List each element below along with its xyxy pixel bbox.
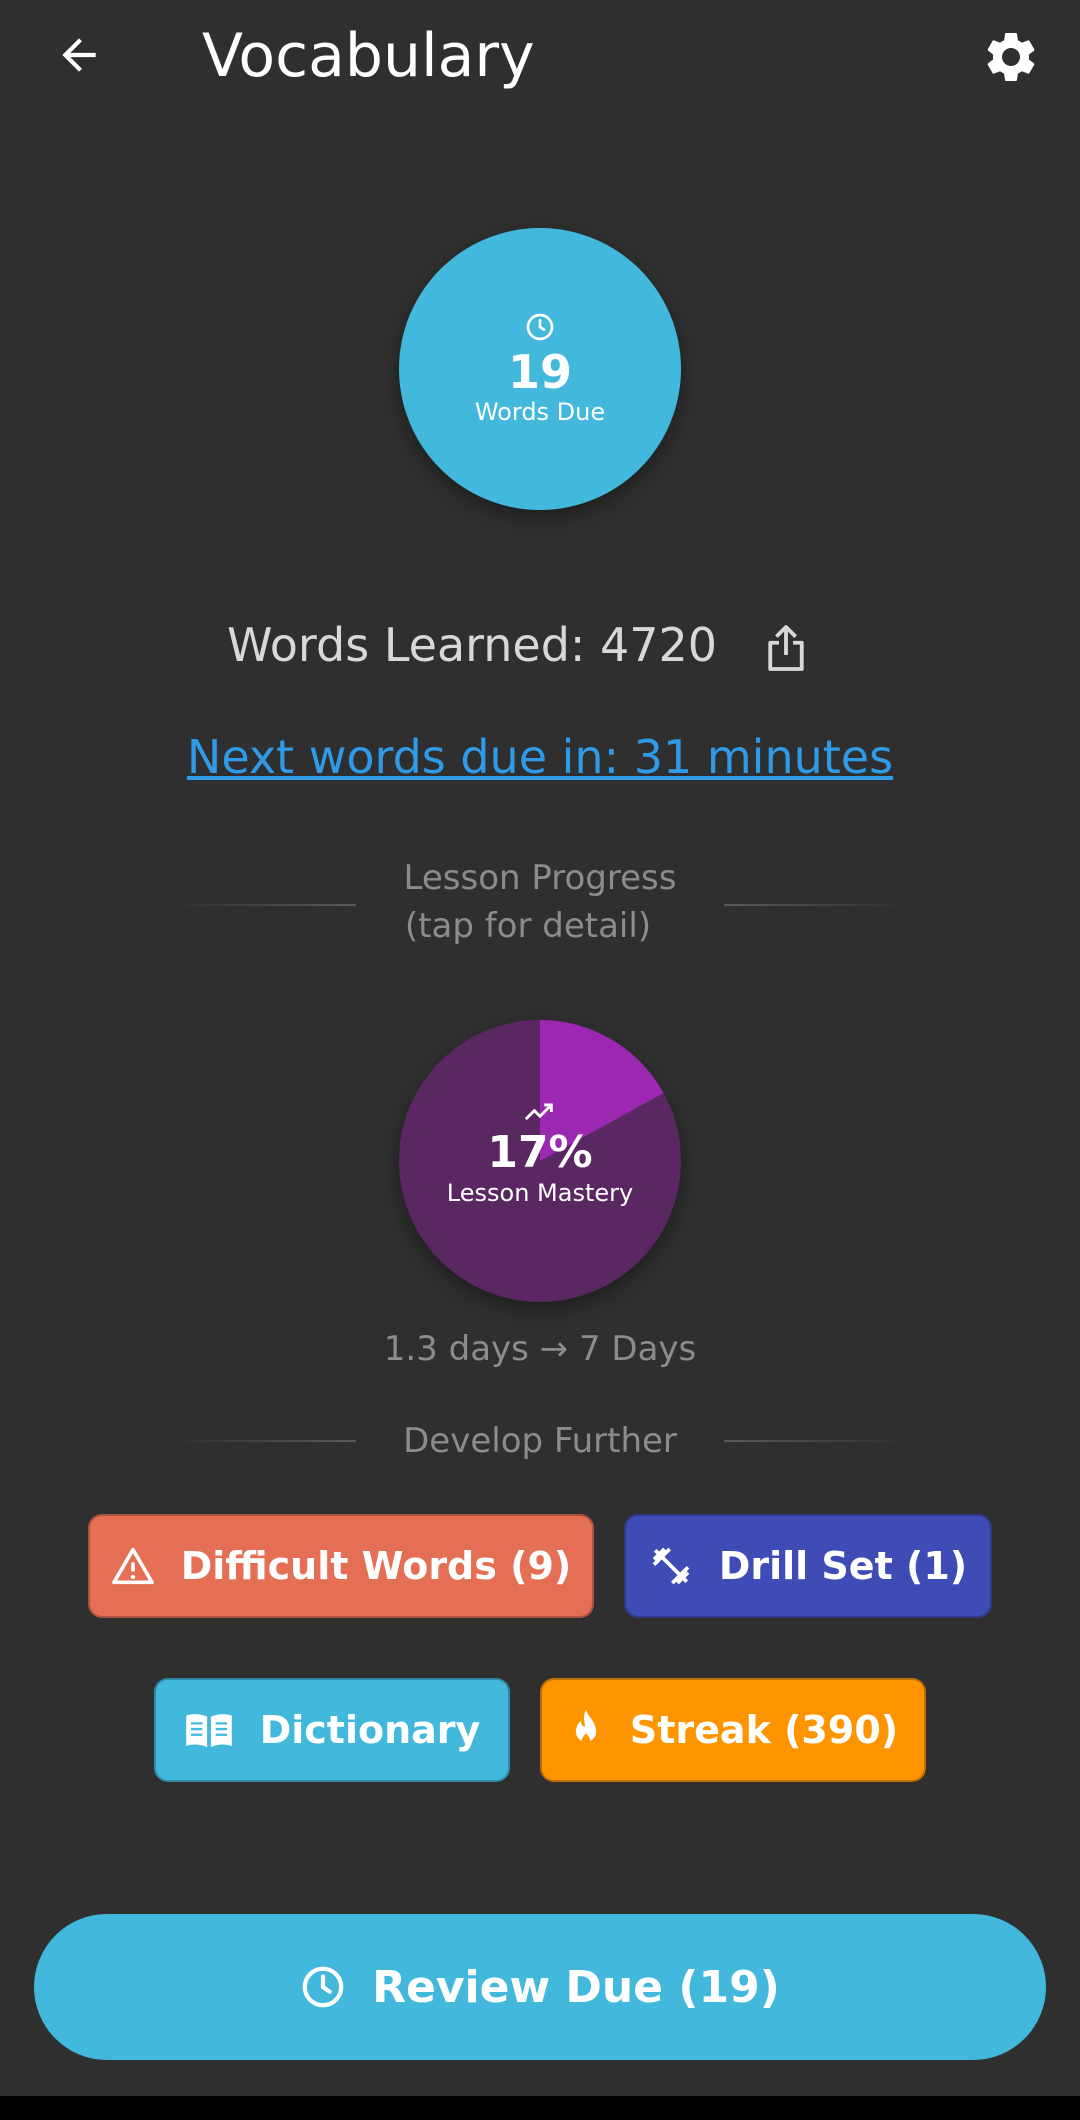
page-title: Vocabulary [202,21,535,91]
trending-up-icon [524,1103,553,1121]
drill-set-label: Drill Set (1) [718,1544,968,1588]
next-words-due-link[interactable]: Next words due in: 31 minutes [0,722,1080,792]
words-learned-text: Words Learned: 4720 [227,618,718,672]
mastery-label: Lesson Mastery [446,1179,634,1207]
divider-left-develop [170,1440,356,1442]
book-open-icon [184,1711,234,1749]
clock-icon [300,1964,346,2010]
flame-icon [568,1708,604,1752]
words-due-label: Words Due [474,398,606,426]
streak-button[interactable]: Streak (390) [540,1678,926,1782]
divider-right-develop [724,1440,910,1442]
share-button[interactable] [760,618,812,678]
words-due-circle[interactable]: 19 Words Due [399,228,681,510]
warning-icon [111,1546,155,1586]
lesson-progress-hint: (tap for detail) [404,906,652,946]
drill-set-button[interactable]: Drill Set (1) [624,1514,992,1618]
mastery-center: 17% Lesson Mastery [399,1100,681,1208]
arrow-left-icon [62,38,96,72]
lesson-progress-heading[interactable]: Lesson Progress (tap for detail) [350,854,730,950]
difficult-words-label: Difficult Words (9) [180,1544,572,1588]
dumbbell-icon [649,1544,693,1588]
difficult-words-button[interactable]: Difficult Words (9) [88,1514,594,1618]
back-button[interactable] [46,22,112,88]
streak-label: Streak (390) [629,1708,899,1752]
days-range-text: 1.3 days → 7 Days [383,1329,697,1369]
develop-further-heading: Develop Further [403,1421,677,1461]
review-due-button[interactable]: Review Due (19) [34,1914,1046,2060]
divider-right [724,904,910,906]
words-due-count: 19 [507,345,572,399]
mastery-percent: 17% [487,1127,593,1178]
settings-button[interactable] [976,22,1046,92]
clock-icon [526,313,554,341]
gear-icon [987,32,1035,81]
review-due-label: Review Due (19) [372,1961,780,2013]
share-icon [768,625,804,671]
system-nav-bar [0,2096,1080,2120]
dictionary-label: Dictionary [259,1708,481,1752]
lesson-progress-title: Lesson Progress [403,858,677,898]
dictionary-button[interactable]: Dictionary [154,1678,510,1782]
